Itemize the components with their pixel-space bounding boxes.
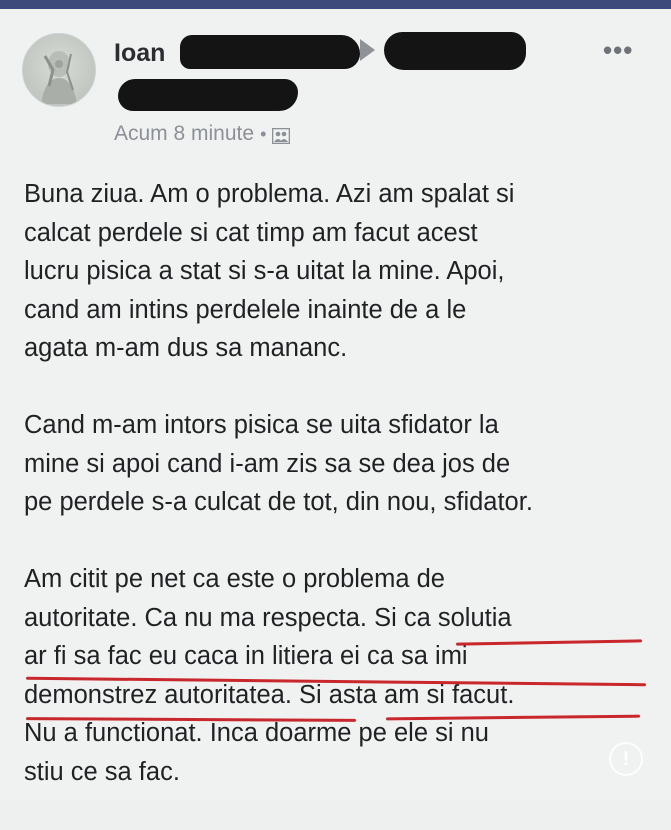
paragraph-1: Buna ziua. Am o problema. Azi am spalat …: [24, 175, 659, 368]
text-line: autoritate. Ca nu ma respecta. Si ca sol…: [24, 603, 512, 632]
text-line: agata m-am dus sa mananc.: [24, 334, 348, 362]
author-name[interactable]: Ioan: [114, 39, 165, 68]
redacted-group-name-continued: [118, 79, 298, 111]
text-line: cand am intins perdelele inainte de a le: [24, 295, 467, 324]
paragraph-2: Cand m-am intors pisica se uita sfidator…: [24, 406, 659, 522]
timestamp[interactable]: Acum 8 minute: [114, 122, 254, 146]
alert-icon: !: [609, 742, 643, 776]
friends-icon[interactable]: [272, 126, 291, 145]
text-line: Cand m-am intors pisica se uita sfidator…: [24, 411, 499, 439]
top-bar: [0, 0, 671, 9]
paragraph-3: Am citit pe net ca este o problema de au…: [24, 560, 659, 791]
text-line: calcat perdele si cat timp am facut aces…: [24, 218, 478, 247]
post-card: Ioan Acum 8 minute • ••• Buna ziua. Am o…: [0, 9, 671, 800]
text-line: Am citit pe net ca este o problema de: [24, 565, 445, 593]
avatar[interactable]: [22, 33, 96, 107]
text-line: stiu ce sa fac.: [24, 757, 180, 786]
redacted-author-surname: [180, 35, 360, 69]
text-line: Buna ziua. Am o problema. Azi am spalat …: [24, 180, 515, 208]
text-line: mine si apoi cand i-am zis sa se dea jos…: [24, 449, 511, 478]
more-options-icon[interactable]: •••: [603, 35, 633, 66]
redacted-group-name: [384, 32, 526, 70]
avatar-image: [41, 51, 77, 104]
meta-separator: •: [260, 123, 267, 144]
post-meta: Acum 8 minute •: [114, 122, 291, 146]
post-text: Buna ziua. Am o problema. Azi am spalat …: [24, 175, 659, 830]
share-arrow-icon: [360, 39, 375, 61]
text-line: pe perdele s-a culcat de tot, din nou, s…: [24, 488, 533, 516]
text-line: lucru pisica a stat si s-a uitat la mine…: [24, 257, 505, 285]
